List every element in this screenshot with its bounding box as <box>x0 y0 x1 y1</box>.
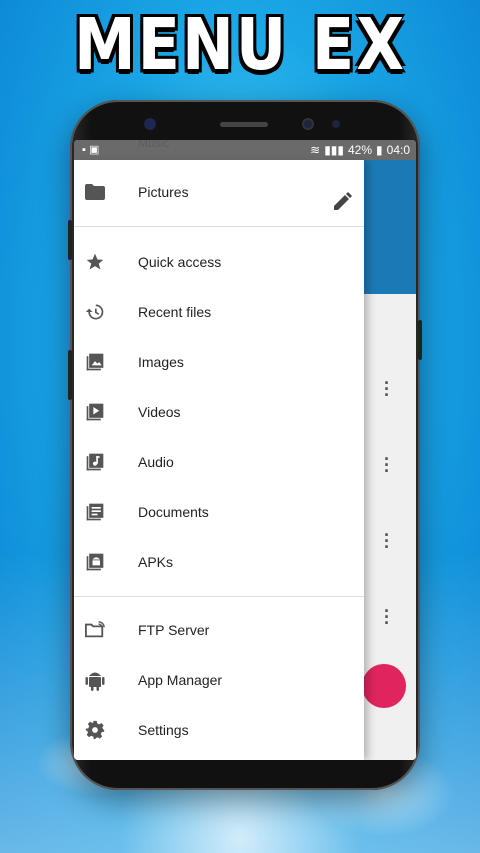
faded-title: Music <box>138 140 170 150</box>
folder-icon <box>84 181 106 203</box>
drawer-item-label: Images <box>138 354 184 370</box>
drawer-item-label: App Manager <box>138 672 223 688</box>
drawer-item-documents[interactable]: Documents <box>74 490 364 534</box>
drawer-item-pictures[interactable]: Pictures <box>74 170 364 214</box>
drawer-item-label: Documents <box>138 504 209 520</box>
star-icon <box>84 251 106 273</box>
signal-icon: ▮▮▮ <box>324 143 344 157</box>
drawer-item-apks[interactable]: APKs <box>74 540 364 584</box>
drawer-item-settings[interactable]: Settings <box>74 708 364 752</box>
drawer-item-label: FTP Server <box>138 622 210 638</box>
pencil-icon[interactable] <box>334 192 352 210</box>
drawer-item-recent-files[interactable]: Recent files <box>74 290 364 334</box>
background-app: · · · · · · · · · · · · <box>362 160 416 760</box>
floating-action-button[interactable] <box>362 664 406 708</box>
documents-icon <box>84 501 106 523</box>
gear-icon <box>84 719 106 741</box>
drawer-item-label: Audio <box>138 454 174 470</box>
apk-icon <box>84 551 106 573</box>
phone-frame: · · · · · · · · · · · · Pictures Quick a… <box>70 100 420 790</box>
drawer-item-label: Pictures <box>138 184 189 200</box>
promo-title: MENU EX <box>73 2 407 87</box>
wifi-icon: ≋ <box>310 143 321 157</box>
drawer-item-app-manager[interactable]: App Manager <box>74 658 364 702</box>
proximity-sensor <box>332 120 340 128</box>
drawer-item-audio[interactable]: Audio <box>74 440 364 484</box>
status-bar: ▪ ▣ Music ≋ ▮▮▮ 42% ▮ 04:0 <box>74 140 416 160</box>
drawer-item-label: APKs <box>138 554 174 570</box>
sensor-dot <box>144 118 156 130</box>
video-library-icon <box>84 401 106 423</box>
more-icon[interactable]: · · · <box>384 602 390 632</box>
power-button <box>418 320 422 360</box>
drawer-divider <box>74 226 364 227</box>
android-icon <box>84 669 106 691</box>
bixby-button <box>68 350 72 400</box>
front-camera <box>302 118 314 130</box>
drawer-item-label: Quick access <box>138 254 222 270</box>
clock: 04:0 <box>386 143 410 157</box>
drawer-item-quick-access[interactable]: Quick access <box>74 240 364 284</box>
more-icon[interactable]: · · · <box>384 374 390 404</box>
drawer-item-label: Videos <box>138 404 181 420</box>
drawer-item-videos[interactable]: Videos <box>74 390 364 434</box>
notification-icons: ▪ ▣ <box>82 144 100 156</box>
background-app-header <box>364 160 416 294</box>
drawer-item-images[interactable]: Images <box>74 340 364 384</box>
drawer-item-ftp-server[interactable]: FTP Server <box>74 608 364 652</box>
speaker-grille <box>220 122 268 127</box>
ftp-folder-icon <box>84 619 106 641</box>
music-library-icon <box>84 451 106 473</box>
phone-screen: · · · · · · · · · · · · Pictures Quick a… <box>74 140 416 760</box>
more-icon[interactable]: · · · <box>384 450 390 480</box>
drawer-item-label: Recent files <box>138 304 212 320</box>
navigation-drawer: Pictures Quick access Recent files Image… <box>74 160 364 760</box>
images-icon <box>84 351 106 373</box>
volume-button <box>68 220 72 260</box>
more-icon[interactable]: · · · <box>384 526 390 556</box>
drawer-divider <box>74 596 364 597</box>
battery-percent: 42% <box>348 143 373 157</box>
drawer-item-label: Settings <box>138 722 189 738</box>
history-icon <box>84 301 106 323</box>
battery-icon: ▮ <box>376 143 383 157</box>
